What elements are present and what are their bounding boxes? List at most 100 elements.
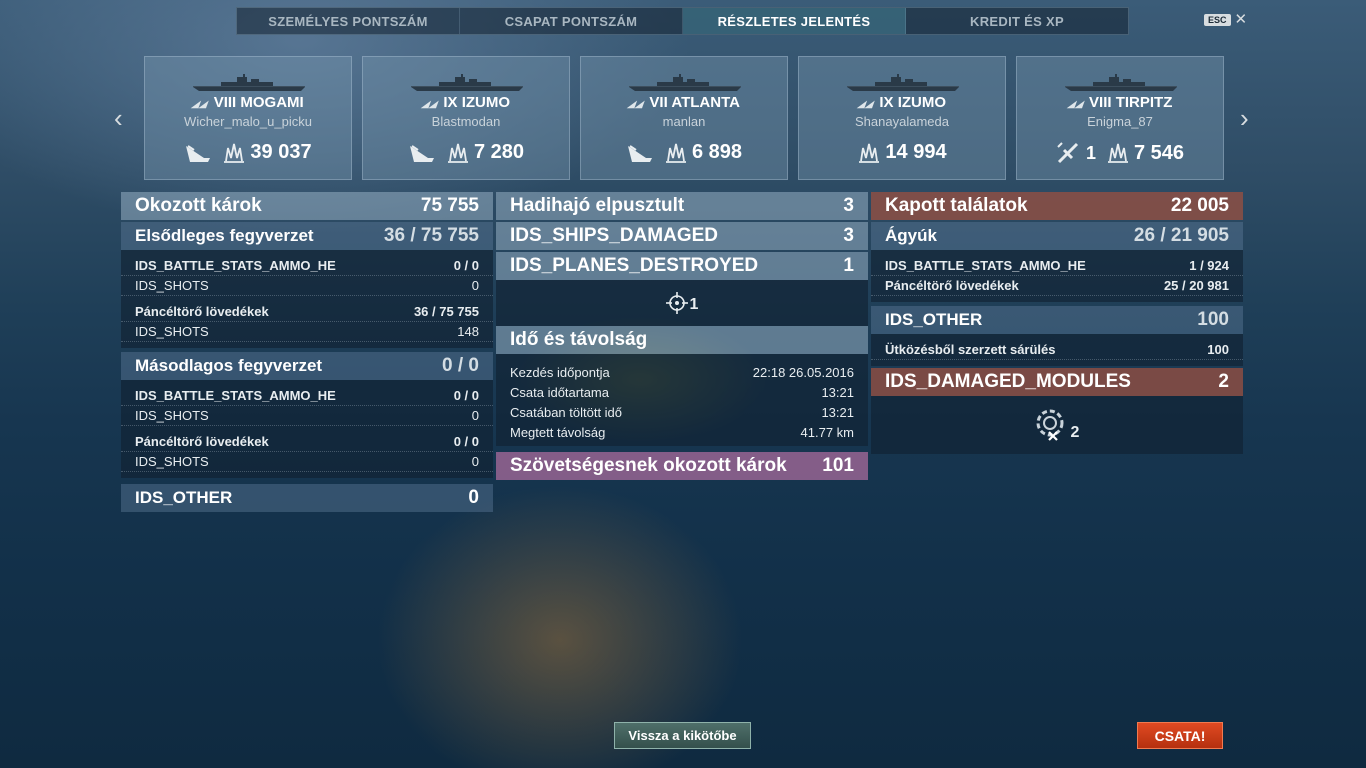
planes-destroyed-header: IDS_PLANES_DESTROYED 1 [496,252,868,280]
player-name: manlan [662,114,706,129]
list-item: Kezdés időpontja 22:18 26.05.2016 [510,364,854,380]
ship-card[interactable]: ◢◢ VIII MOGAMI Wicher_malo_u_picku 39 037 [144,56,352,180]
list-item: IDS_SHOTS 148 [121,322,493,342]
planes-destroyed-label: IDS_PLANES_DESTROYED [510,255,759,276]
list-item: IDS_BATTLE_STATS_AMMO_HE 0 / 0 [121,256,493,276]
planes-shot-icon [1056,141,1082,165]
ship-silhouette-icon [847,74,959,92]
damage-dealt-header: Okozott károk 75 755 [121,192,493,220]
close-icon[interactable]: ✕ [1235,12,1248,27]
ship-tier: VIII [213,94,237,111]
ally-damage-header: Szövetségesnek okozott károk 101 [496,452,868,480]
damage-burst-icon [446,142,470,164]
damage-burst-icon [222,142,246,164]
ship-card[interactable]: ◢◢ IX IZUMO Blastmodan 7 280 [362,56,570,180]
list-item: Páncéltörő lövedékek 0 / 0 [121,432,493,452]
player-name: Wicher_malo_u_picku [184,114,312,129]
received-other-label: IDS_OTHER [885,310,983,329]
ship-card-stats: 1 7 546 [1017,141,1223,165]
ship-tier: IX [443,94,458,111]
tab-credits-xp[interactable]: KREDIT ÉS XP [906,8,1128,34]
ship-title: MOGAMI [240,94,304,111]
planes-destroyed-value: 1 [843,255,854,276]
ship-card[interactable]: ◢◢ VII ATLANTA manlan 6 898 [580,56,788,180]
ship-silhouette-icon [193,74,305,92]
ally-damage-label: Szövetségesnek okozott károk [510,455,787,476]
ships-destroyed-value: 3 [843,195,854,216]
ships-destroyed-label: Hadihajó elpusztult [510,195,685,216]
damage-stat: 7 280 [446,141,524,164]
battle-button[interactable]: CSATA! [1137,722,1223,749]
secondary-armament-label: Másodlagos fegyverzet [135,356,323,375]
list-item: Ütközésből szerzett sárülés 100 [871,340,1243,360]
list-item: Csatában töltött idő 13:21 [510,404,854,420]
guns-label: Ágyúk [885,226,937,245]
list-item: IDS_BATTLE_STATS_AMMO_HE 1 / 924 [871,256,1243,276]
secondary-armament-header: Másodlagos fegyverzet 0 / 0 [121,352,493,380]
damage-burst-icon [857,142,881,164]
ship-class-icon: ◢◢ [1065,99,1086,110]
damage-stat: 14 994 [857,141,947,164]
damage-burst-icon [664,142,688,164]
esc-key-hint: ESC [1204,13,1231,26]
ship-silhouette-icon [1065,74,1177,92]
damage-value: 39 037 [250,141,312,163]
list-item: Megtett távolság 41.77 km [510,424,854,440]
tab-team-score[interactable]: CSAPAT PONTSZÁM [460,8,683,34]
list-item: Páncéltörő lövedékek 36 / 75 755 [121,302,493,322]
ship-card-stats: 6 898 [581,141,787,164]
tab-personal-score[interactable]: SZEMÉLYES PONTSZÁM [237,8,460,34]
received-other-details: Ütközésből szerzett sárülés 100 [871,334,1243,366]
ship-card[interactable]: ◢◢ IX IZUMO Shanayalameda 14 994 [798,56,1006,180]
primary-armament-details: IDS_BATTLE_STATS_AMMO_HE 0 / 0 IDS_SHOTS 0… [121,250,493,348]
damaged-module-icon [1036,409,1064,441]
damage-dealt-label: Okozott károk [135,195,262,216]
secondary-armament-details: IDS_BATTLE_STATS_AMMO_HE 0 / 0 IDS_SHOTS 0… [121,380,493,478]
guns-value: 26 / 21 905 [1133,225,1229,246]
ships-damaged-label: IDS_SHIPS_DAMAGED [510,225,718,246]
damage-stat: 6 898 [664,141,742,164]
ship-title: ATLANTA [671,94,740,111]
ship-class-icon: ◢◢ [855,99,876,110]
primary-armament-value: 36 / 75 755 [383,225,479,246]
list-item: IDS_SHOTS 0 [121,276,493,296]
ship-card-stats: 14 994 [799,141,1005,164]
ship-silhouette-icon [411,74,523,92]
damage-stat: 7 546 [1106,142,1184,165]
player-name: Enigma_87 [1087,114,1153,129]
ship-title: IZUMO [897,94,947,111]
damage-value: 14 994 [885,141,947,163]
ship-silhouette-icon [629,74,741,92]
other-damage-header: IDS_OTHER 0 [121,484,493,512]
list-item: IDS_SHOTS 0 [121,452,493,472]
ship-name: ◢◢ VIII MOGAMI [145,94,351,111]
return-to-port-button[interactable]: Vissza a kikötőbe [614,722,751,749]
next-ship-arrow-icon[interactable]: › [1240,103,1249,134]
previous-ship-arrow-icon[interactable]: ‹ [114,103,123,134]
ship-tier: VIII [1089,94,1112,111]
primary-armament-label: Elsődleges fegyverzet [135,226,314,245]
guns-header: Ágyúk 26 / 21 905 [871,222,1243,250]
player-name: Blastmodan [431,114,501,129]
ship-card[interactable]: ◢◢ VIII TIRPITZ Enigma_87 1 7 546 [1016,56,1224,180]
received-other-header: IDS_OTHER 100 [871,306,1243,334]
ship-name: ◢◢ IX IZUMO [799,94,1005,111]
damage-burst-icon [1106,142,1130,164]
ship-title: IZUMO [461,94,511,111]
kills-panel: Hadihajó elpusztult 3 IDS_SHIPS_DAMAGED … [496,192,868,480]
crosshair-icon [665,292,688,314]
tab-detailed-report[interactable]: RÉSZLETES JELENTÉS [683,8,906,34]
crosshair-count: 1 [689,296,699,313]
damage-dealt-value: 75 755 [420,195,479,216]
time-distance-label: Idő és távolság [510,329,648,350]
list-item: Páncéltörő lövedékek 25 / 20 981 [871,276,1243,296]
secondary-armament-value: 0 / 0 [442,355,479,376]
received-hits-label: Kapott találatok [885,195,1028,216]
planes-shot-stat: 1 [1056,141,1096,165]
close-button[interactable]: ESC ✕ [1204,12,1247,27]
ship-name: ◢◢ VII ATLANTA [581,94,787,111]
damage-value: 7 280 [473,141,525,163]
time-distance-header: Idő és távolság [496,326,868,354]
ships-damaged-value: 3 [843,225,854,246]
ship-sunk-icon [408,142,436,164]
